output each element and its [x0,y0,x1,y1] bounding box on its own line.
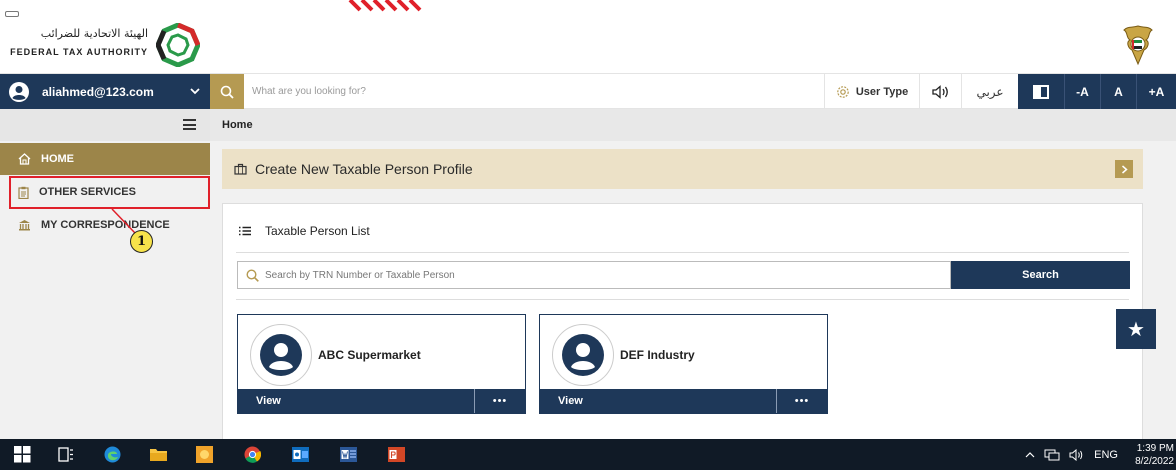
outlook-tile-icon[interactable] [196,446,213,463]
card-footer: View ••• [238,389,525,413]
annotation-highlight-box [9,176,210,209]
top-bar: aliahmed@123.com User Type عربي -A A +A [0,73,1176,109]
tray-items: ENG [1025,448,1118,461]
taxable-person-list-panel: Taxable Person List Search ABC Supermark… [222,203,1143,443]
breadcrumb-home[interactable]: Home [222,119,253,131]
favorites-star-button[interactable]: ★ [1116,309,1156,349]
gear-icon [837,85,849,98]
font-increase-button[interactable]: +A [1136,74,1176,109]
breadcrumb: Home [210,109,1176,141]
clock-time: 1:39 PM [1136,442,1174,454]
list-search-field[interactable] [237,261,951,289]
person-avatar [250,324,312,386]
sidebar-toggle-row [0,109,210,141]
list-search-button[interactable]: Search [951,261,1130,289]
chevron-up-icon[interactable] [1025,451,1035,458]
sidebar-item-my-correspondence[interactable]: MY CORRESPONDENCE [0,209,210,241]
font-decrease-button[interactable]: -A [1064,74,1100,109]
speaker-icon [931,84,948,99]
site-header: الهيئة الاتحادية للضرائب FEDERAL TAX AUT… [0,0,1176,73]
font-normal-button[interactable]: A [1100,74,1136,109]
taxable-person-card[interactable]: DEF Industry View ••• [539,314,828,414]
edge-browser-icon[interactable] [104,446,121,463]
sidebar-item-home[interactable]: HOME [0,143,210,175]
search-icon [246,268,259,282]
taxable-person-card[interactable]: ABC Supermarket View ••• [237,314,526,414]
create-profile-card[interactable]: Create New Taxable Person Profile [222,149,1143,189]
windows-taskbar: ENG 1:39 PM 8/2/2022 [0,439,1176,470]
divider [236,299,1129,300]
fta-logo[interactable]: الهيئة الاتحادية للضرائب FEDERAL TAX AUT… [10,23,200,67]
list-header: Taxable Person List [239,224,370,238]
contrast-icon [1033,84,1049,99]
window-restore-control[interactable] [5,11,19,17]
contrast-toggle-button[interactable] [1018,74,1064,109]
more-options-button[interactable]: ••• [475,389,525,413]
powerpoint-app-icon[interactable] [388,446,405,463]
favorites-panel-edge [1156,300,1176,360]
outlook-mail-icon[interactable] [292,446,309,463]
person-icon [562,334,604,376]
sidebar-item-label: MY CORRESPONDENCE [41,219,170,231]
taxable-person-name: ABC Supermarket [318,348,421,362]
clock-date: 8/2/2022 [1135,455,1174,467]
list-search-input[interactable] [265,269,950,281]
star-icon: ★ [1127,318,1145,341]
hamburger-menu-icon[interactable] [183,119,196,130]
user-type-label: User Type [855,85,909,98]
briefcase-icon [234,163,247,175]
annotation-callout-number: 1 [130,230,153,253]
red-decoration-icon [348,0,422,12]
taskbar-clock[interactable]: 1:39 PM 8/2/2022 [1130,442,1174,468]
person-avatar [552,324,614,386]
create-profile-label: Create New Taxable Person Profile [255,161,473,177]
logo-arabic-text: الهيئة الاتحادية للضرائب [40,27,148,40]
fta-emblem-icon [156,23,200,67]
list-title: Taxable Person List [265,224,370,238]
sidebar-item-label: HOME [41,153,74,165]
card-footer: View ••• [540,389,827,413]
view-button[interactable]: View [238,389,475,413]
task-view-icon[interactable] [58,446,75,463]
system-tray: ENG 1:39 PM 8/2/2022 [1025,439,1176,470]
search-icon [220,85,234,99]
chevron-right-icon[interactable] [1115,160,1133,178]
chrome-browser-icon[interactable] [244,446,261,463]
word-app-icon[interactable] [340,446,357,463]
main-content: Create New Taxable Person Profile Taxabl… [210,141,1176,443]
taxable-person-name: DEF Industry [620,348,695,362]
building-icon [19,220,30,231]
uae-crest-icon [1123,25,1153,66]
user-email: aliahmed@123.com [42,84,154,99]
view-button[interactable]: View [540,389,777,413]
language-toggle[interactable]: عربي [962,74,1018,109]
logo-english-text: FEDERAL TAX AUTHORITY [10,47,148,57]
file-explorer-icon[interactable] [150,446,167,463]
text-to-speech-button[interactable] [920,74,962,109]
more-options-button[interactable]: ••• [777,389,827,413]
user-avatar-icon [9,81,29,102]
input-language-indicator[interactable]: ENG [1094,449,1118,461]
windows-start-icon[interactable] [14,446,31,463]
search-button[interactable] [210,74,244,109]
sidebar: HOME OTHER SERVICES MY CORRESPONDENCE 1 [0,109,210,439]
network-icon[interactable] [1044,449,1060,461]
global-search-input[interactable] [252,79,812,104]
divider [236,252,1129,253]
user-type-button[interactable]: User Type [824,74,920,109]
user-account-dropdown[interactable]: aliahmed@123.com [0,74,210,109]
list-icon [239,226,251,236]
volume-icon[interactable] [1069,448,1085,461]
home-icon [18,153,31,165]
person-icon [260,334,302,376]
chevron-down-icon [190,88,200,95]
